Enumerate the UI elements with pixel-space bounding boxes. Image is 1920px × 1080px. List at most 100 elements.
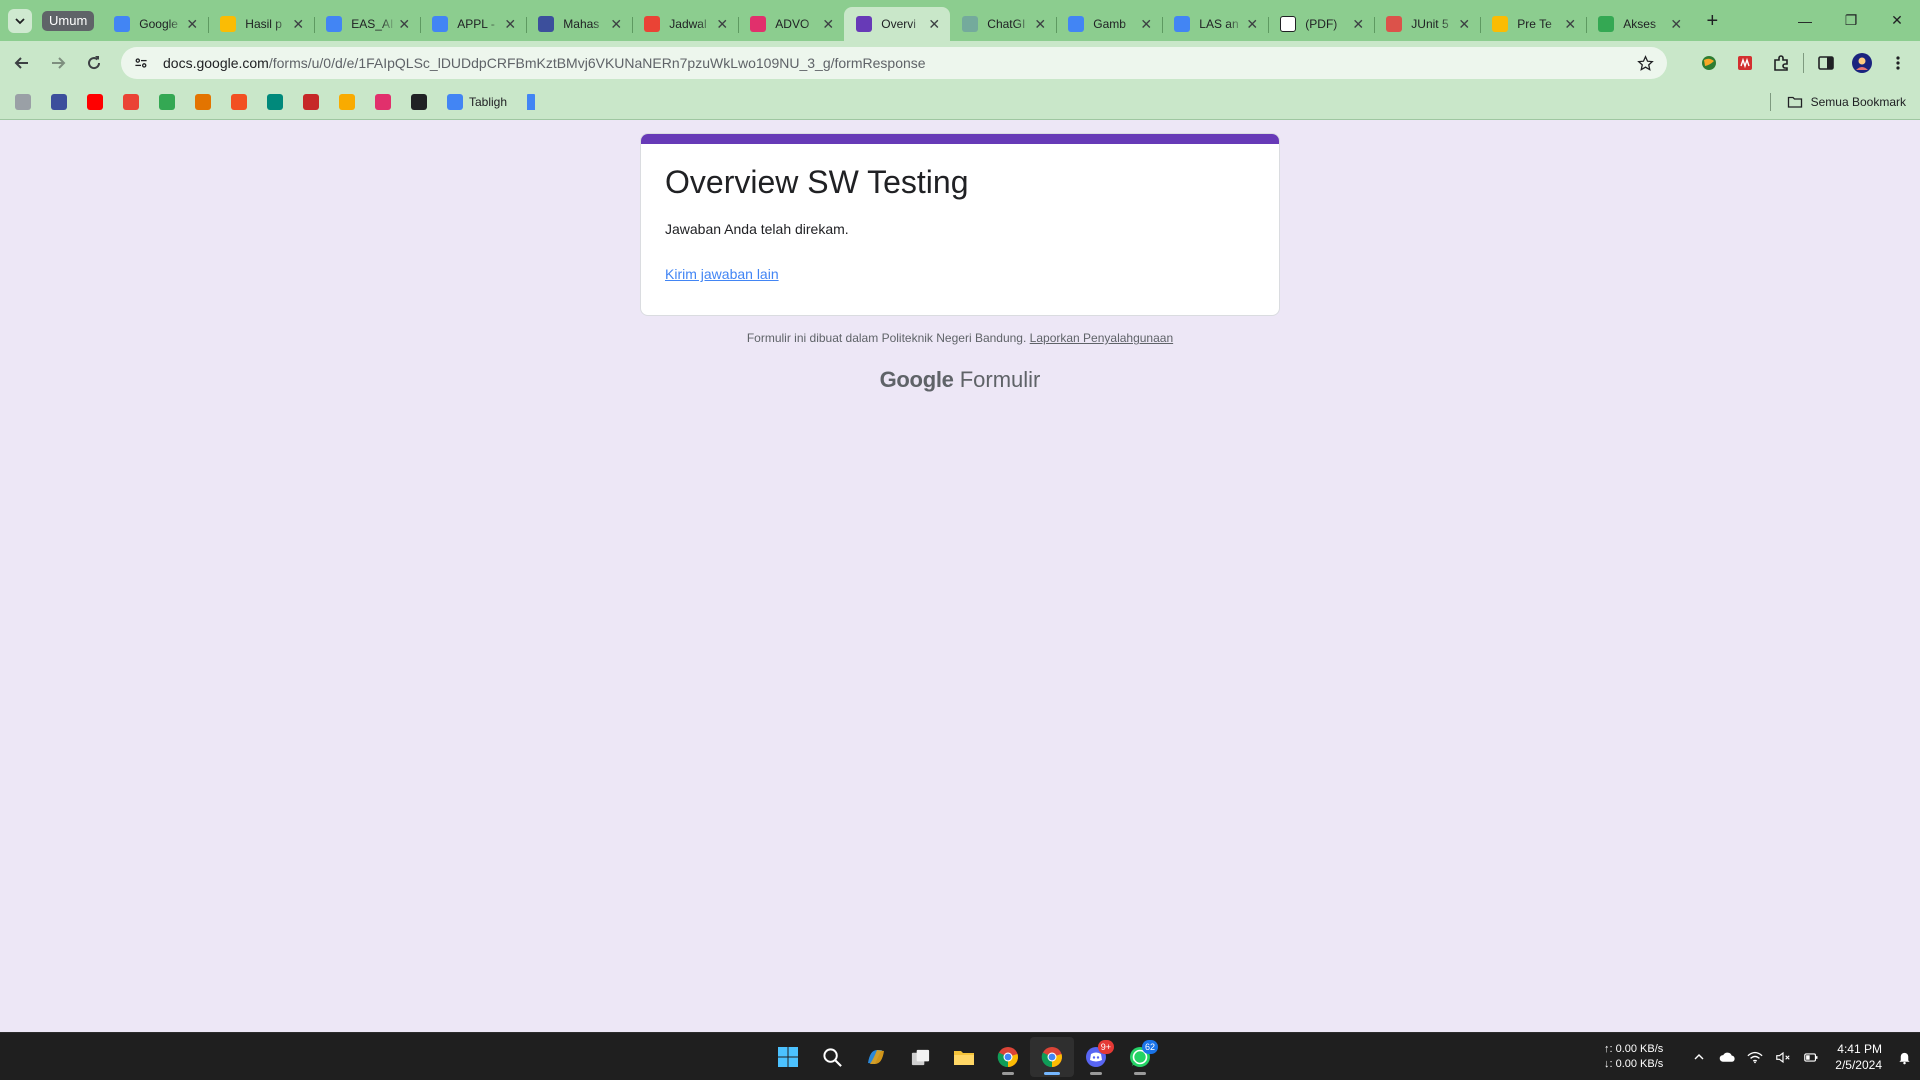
submit-another-response-link[interactable]: Kirim jawaban lain <box>665 266 779 282</box>
tab-title: Pre Te <box>1517 17 1552 31</box>
bookmark-item[interactable] <box>118 89 144 115</box>
close-tab-icon[interactable]: ✕ <box>1032 16 1048 32</box>
taskbar-chrome-button[interactable] <box>986 1037 1030 1077</box>
all-bookmarks-button[interactable]: Semua Bookmark <box>1769 89 1906 115</box>
reload-button[interactable] <box>76 45 112 81</box>
close-tab-icon[interactable]: ✕ <box>1668 16 1684 32</box>
running-indicator <box>1044 1072 1060 1075</box>
close-tab-icon[interactable]: ✕ <box>1456 16 1472 32</box>
google-drive-icon <box>220 16 237 32</box>
confirmation-message: Jawaban Anda telah direkam. <box>665 221 849 237</box>
bookmark-item[interactable] <box>262 89 288 115</box>
close-tab-icon[interactable]: ✕ <box>714 16 730 32</box>
url-text[interactable]: docs.google.com/forms/u/0/d/e/1FAIpQLSc_… <box>163 55 926 71</box>
tab-title: ADVO <box>775 17 810 31</box>
bookmark-item[interactable] <box>370 89 396 115</box>
site-info-icon[interactable] <box>131 53 151 73</box>
close-tab-icon[interactable]: ✕ <box>926 16 942 32</box>
close-tab-icon[interactable]: ✕ <box>1138 16 1154 32</box>
browser-toolbar: docs.google.com/forms/u/0/d/e/1FAIpQLSc_… <box>0 41 1920 85</box>
new-tab-button[interactable]: + <box>1698 8 1726 36</box>
close-tab-icon[interactable]: ✕ <box>820 16 836 32</box>
bookmark-item[interactable] <box>190 89 216 115</box>
extension-red-button[interactable] <box>1727 45 1763 81</box>
bookmark-item[interactable] <box>406 89 432 115</box>
bookmark-item[interactable] <box>226 89 252 115</box>
close-tab-icon[interactable]: ✕ <box>1350 16 1366 32</box>
bookmark-item[interactable]: Tabligh <box>442 89 512 115</box>
folder-icon <box>1787 96 1802 108</box>
bookmark-item[interactable] <box>334 89 360 115</box>
tab-title: Jadwal <box>669 17 707 31</box>
browser-tab[interactable]: Gamb ✕ <box>1056 7 1162 41</box>
taskbar-whatsapp-button[interactable]: 62 <box>1118 1037 1162 1077</box>
taskbar-task-view-button[interactable] <box>898 1037 942 1077</box>
tab-search-button[interactable] <box>8 8 32 33</box>
browser-tab[interactable]: EAS_AI ✕ <box>314 7 420 41</box>
battery-button[interactable] <box>1797 1043 1825 1071</box>
close-tab-icon[interactable]: ✕ <box>396 16 412 32</box>
puzzle-icon <box>1774 55 1788 71</box>
close-tab-icon[interactable]: ✕ <box>608 16 624 32</box>
arrow-left-icon <box>14 57 28 69</box>
browser-tab[interactable]: Overvi ✕ <box>844 7 951 41</box>
taskbar-chrome-active-button[interactable] <box>1030 1037 1074 1077</box>
bookmark-item[interactable] <box>298 89 324 115</box>
taskbar-start-button[interactable] <box>766 1037 810 1077</box>
bookmark-item[interactable] <box>82 89 108 115</box>
moodle-icon <box>538 16 555 32</box>
browser-tab[interactable]: Google ✕ <box>102 7 208 41</box>
browser-tab[interactable]: Jadwal ✕ <box>632 7 738 41</box>
taskbar-search-button[interactable] <box>810 1037 854 1077</box>
bookmark-item[interactable] <box>10 89 36 115</box>
extensions-menu-button[interactable] <box>1763 45 1799 81</box>
minimize-button[interactable]: — <box>1782 0 1828 41</box>
close-tab-icon[interactable]: ✕ <box>184 16 200 32</box>
taskbar-discord-button[interactable]: 9+ <box>1074 1037 1118 1077</box>
wifi-button[interactable] <box>1741 1043 1769 1071</box>
browser-tab[interactable]: (PDF) ✕ <box>1268 7 1374 41</box>
browser-tab[interactable]: Pre Te ✕ <box>1480 7 1586 41</box>
restore-button[interactable]: ❐ <box>1828 0 1874 41</box>
browser-tab[interactable]: JUnit 5 ✕ <box>1374 7 1480 41</box>
close-tab-icon[interactable]: ✕ <box>502 16 518 32</box>
bookmark-item[interactable] <box>522 89 548 115</box>
extension-globe-button[interactable] <box>1691 45 1727 81</box>
browser-tab[interactable]: Akses ✕ <box>1586 7 1692 41</box>
browser-tab[interactable]: ChatGI ✕ <box>950 7 1056 41</box>
taskbar-file-explorer-button[interactable] <box>942 1037 986 1077</box>
bookmark-item[interactable] <box>46 89 72 115</box>
notifications-button[interactable] <box>1888 1050 1920 1065</box>
running-indicator <box>1002 1072 1014 1075</box>
close-tab-icon[interactable]: ✕ <box>1244 16 1260 32</box>
volume-button[interactable] <box>1769 1043 1797 1071</box>
browser-tab[interactable]: Hasil p ✕ <box>208 7 314 41</box>
clock[interactable]: 4:41 PM 2/5/2024 <box>1835 1041 1882 1073</box>
browser-tab[interactable]: APPL - ✕ <box>420 7 526 41</box>
close-window-button[interactable]: ✕ <box>1874 0 1920 41</box>
google-icon <box>1174 16 1191 32</box>
browser-tab[interactable]: ADVO ✕ <box>738 7 844 41</box>
tab-title: EAS_AI <box>351 17 394 31</box>
onedrive-button[interactable] <box>1713 1043 1741 1071</box>
side-panel-button[interactable] <box>1808 45 1844 81</box>
back-button[interactable] <box>4 45 40 81</box>
forward-button[interactable] <box>40 45 76 81</box>
report-abuse-link[interactable]: Laporkan Penyalahgunaan <box>1030 331 1173 345</box>
close-tab-icon[interactable]: ✕ <box>1562 16 1578 32</box>
profile-button[interactable] <box>1844 45 1880 81</box>
browser-menu-button[interactable] <box>1880 45 1916 81</box>
tab-title: Mahas <box>563 17 600 31</box>
tab-group-chip[interactable]: Umum <box>42 10 95 31</box>
bookmark-star-button[interactable] <box>1635 53 1655 73</box>
bookmark-item[interactable] <box>154 89 180 115</box>
bell-icon <box>1898 1052 1910 1064</box>
browser-tab[interactable]: LAS an ✕ <box>1162 7 1268 41</box>
google-forms-logo[interactable]: Google Formulir <box>0 367 1920 393</box>
address-bar[interactable]: docs.google.com/forms/u/0/d/e/1FAIpQLSc_… <box>121 47 1667 79</box>
bookmark-separator <box>1769 93 1771 111</box>
close-tab-icon[interactable]: ✕ <box>290 16 306 32</box>
show-hidden-icons-button[interactable] <box>1685 1043 1713 1071</box>
taskbar-copilot-button[interactable] <box>854 1037 898 1077</box>
browser-tab[interactable]: Mahas ✕ <box>526 7 632 41</box>
